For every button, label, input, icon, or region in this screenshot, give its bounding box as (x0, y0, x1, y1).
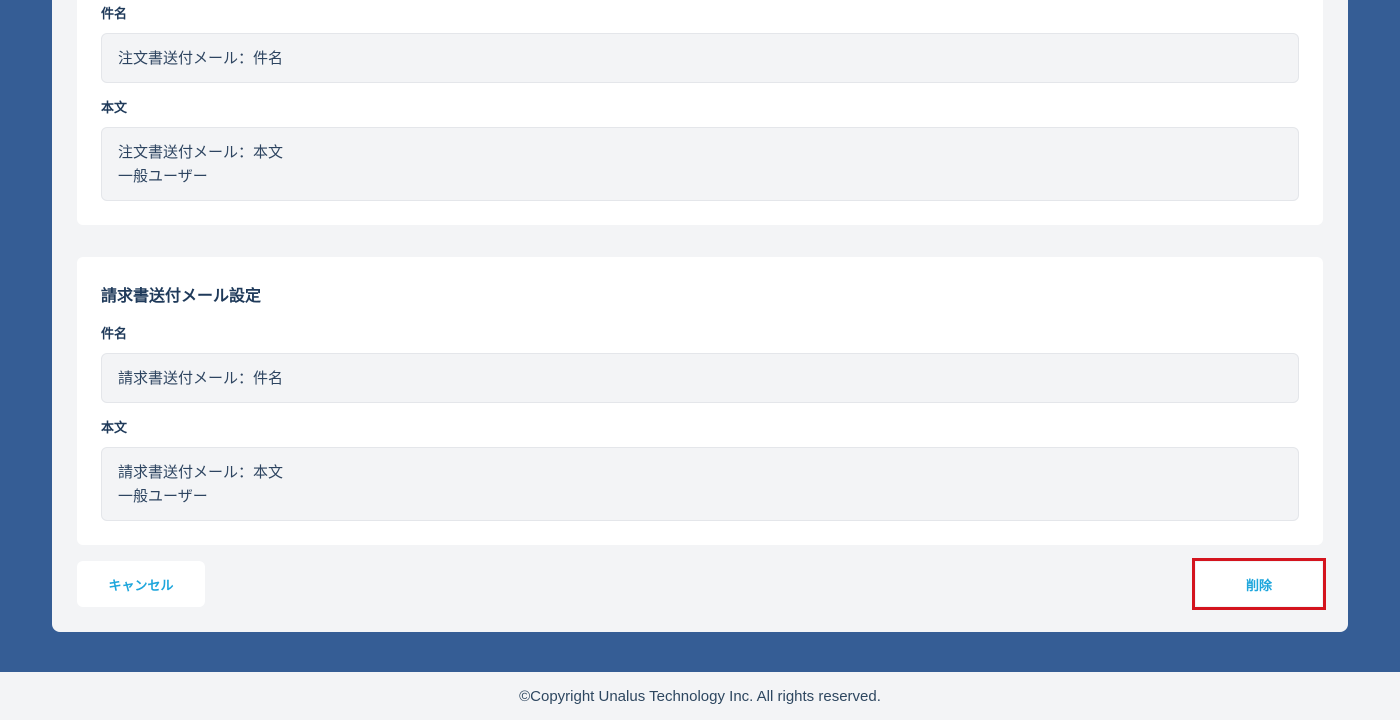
cancel-button[interactable]: キャンセル (77, 561, 205, 607)
invoice-body-label: 本文 (101, 421, 128, 436)
footer: ©Copyright Unalus Technology Inc. All ri… (0, 672, 1400, 720)
invoice-mail-section-title: 請求書送付メール設定 (101, 286, 262, 305)
invoice-body-field[interactable]: 請求書送付メール：本文 一般ユーザー (101, 447, 1299, 521)
order-subject-value: 注文書送付メール：件名 (118, 49, 284, 67)
invoice-subject-label: 件名 (101, 327, 128, 342)
order-body-line-1: 注文書送付メール：本文 (118, 143, 284, 161)
order-subject-label: 件名 (101, 7, 128, 22)
order-body-line-2: 一般ユーザー (118, 167, 208, 185)
invoice-subject-value: 請求書送付メール：件名 (118, 369, 284, 387)
invoice-body-line-1: 請求書送付メール：本文 (118, 463, 284, 481)
order-body-field[interactable]: 注文書送付メール：本文 一般ユーザー (101, 127, 1299, 201)
invoice-subject-field[interactable]: 請求書送付メール：件名 (101, 353, 1299, 403)
order-subject-field[interactable]: 注文書送付メール：件名 (101, 33, 1299, 83)
copyright-text: ©Copyright Unalus Technology Inc. All ri… (519, 687, 881, 705)
order-body-label: 本文 (101, 101, 128, 116)
delete-button[interactable]: 削除 (1196, 562, 1322, 606)
invoice-body-line-2: 一般ユーザー (118, 487, 208, 505)
